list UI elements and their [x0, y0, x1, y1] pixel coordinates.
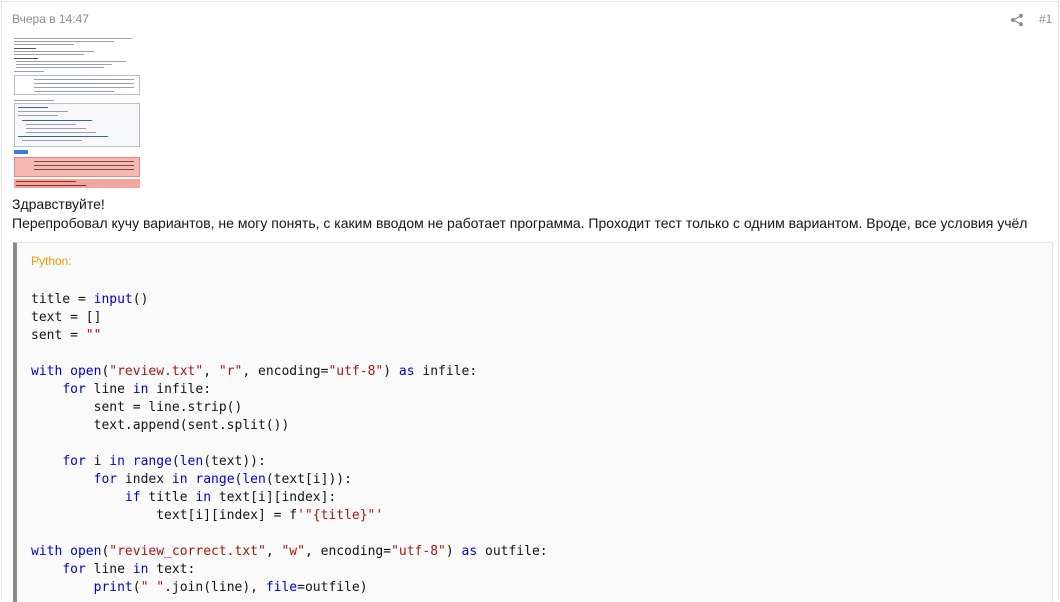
- attachment-thumbnail[interactable]: [12, 35, 142, 189]
- post-timestamp[interactable]: Вчера в 14:47: [12, 12, 89, 26]
- code-line: sent = "": [31, 328, 102, 343]
- code-line: text = []: [31, 310, 102, 325]
- code-line: print(" ".join(line), file=outfile): [93, 580, 368, 595]
- code-line: for i in range(len(text)):: [62, 454, 266, 469]
- share-icon[interactable]: [1010, 13, 1024, 27]
- question-text: Перепробовал кучу вариантов, не могу пон…: [12, 215, 1028, 231]
- code-line: text[i][index] = f'"{title}"': [31, 508, 384, 523]
- code-content[interactable]: title = input() text = [] sent = "" with…: [31, 291, 548, 597]
- code-line: for index in range(len(text[i])):: [93, 472, 352, 487]
- code-line: for line in text:: [62, 562, 196, 577]
- post-header: Вчера в 14:47 #1: [2, 2, 1058, 36]
- code-line: with open("review_correct.txt", "w", enc…: [31, 544, 548, 559]
- code-line: with open("review.txt", "r", encoding="u…: [31, 364, 478, 379]
- code-line: text.append(sent.split()): [31, 418, 290, 433]
- forum-post: Вчера в 14:47 #1 Здравствуйте! Перепробо…: [1, 1, 1059, 602]
- greeting-text: Здравствуйте!: [12, 196, 105, 212]
- code-language-label: Python:: [31, 254, 72, 268]
- code-block: Python: title = input() text = [] sent =…: [13, 242, 1053, 602]
- post-number[interactable]: #1: [1039, 12, 1052, 26]
- post-body: Здравствуйте! Перепробовал кучу варианто…: [12, 195, 1027, 233]
- code-line: for line in infile:: [62, 382, 212, 397]
- code-line: sent = line.strip(): [31, 400, 243, 415]
- code-line: title = input(): [31, 292, 149, 307]
- code-line: if title in text[i][index]:: [124, 490, 337, 505]
